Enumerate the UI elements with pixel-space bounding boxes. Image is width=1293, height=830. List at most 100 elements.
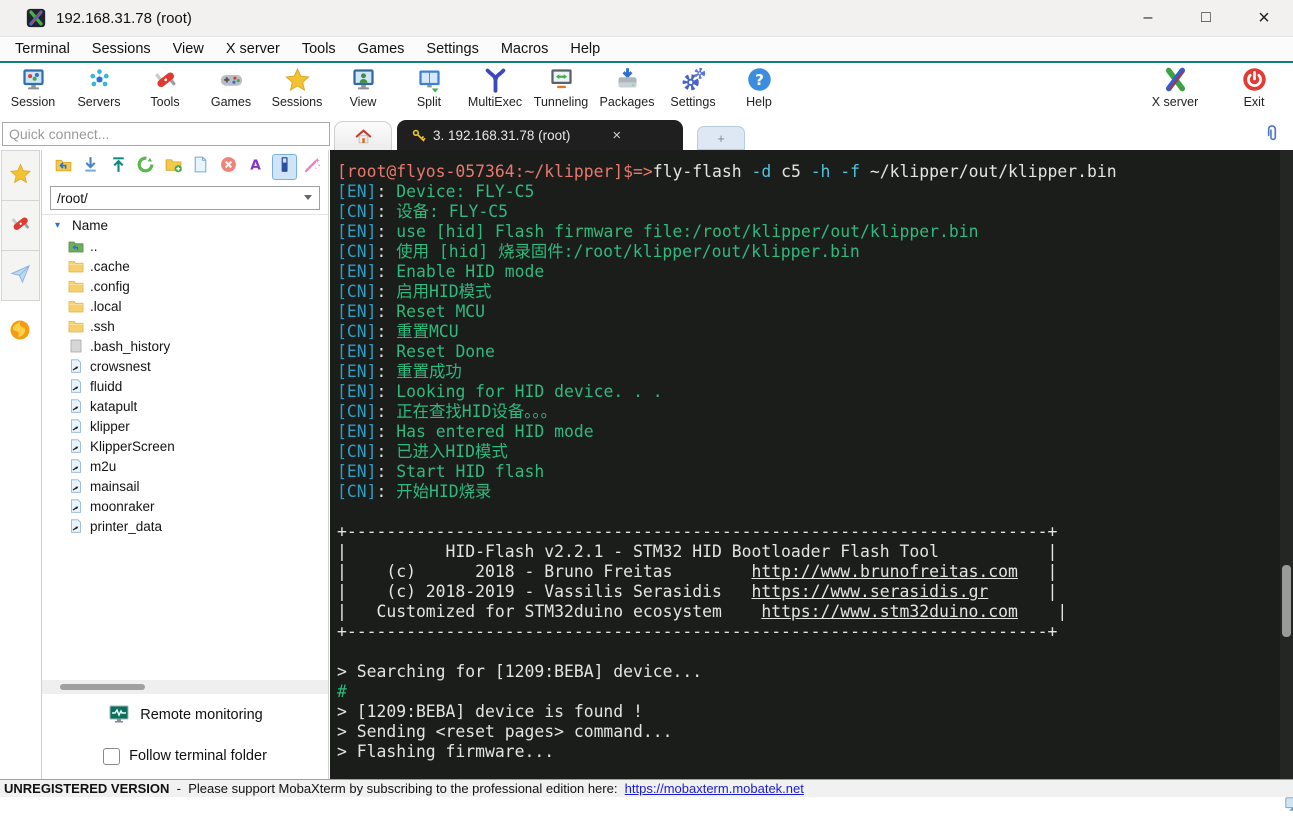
tab-active-session[interactable]: 3. 192.168.31.78 (root) × <box>397 120 683 150</box>
rail-tab-sessions[interactable] <box>1 150 40 201</box>
power-icon <box>1241 66 1268 93</box>
terminal-text-segment: Device: FLY-C5 <box>396 182 535 201</box>
tree-row--config[interactable]: .config <box>42 276 328 296</box>
terminal-text-segment: [EN] <box>337 462 377 481</box>
tree-row-crowsnest[interactable]: crowsnest <box>42 356 328 376</box>
filebar-button-new-folder[interactable] <box>162 155 185 179</box>
terminal-text-segment: : <box>376 462 397 481</box>
terminal-line: [root@flyos-057364:~/klipper]$=>fly-flas… <box>337 162 1279 182</box>
toolbar-button-games[interactable]: Games <box>198 66 264 109</box>
tree-row--[interactable]: .. <box>42 236 328 256</box>
file-icon <box>68 339 84 353</box>
path-dropdown[interactable]: /root/ <box>50 186 320 210</box>
toolbar-button-split[interactable]: Split <box>396 66 462 109</box>
tree-row-klipperscreen[interactable]: KlipperScreen <box>42 436 328 456</box>
paperclip-icon[interactable] <box>1262 124 1281 143</box>
horizontal-scrollbar-thumb[interactable] <box>60 684 145 690</box>
tree-row-moonraker[interactable]: moonraker <box>42 496 328 516</box>
delete-icon <box>219 155 238 179</box>
toolbar-button-packages[interactable]: Packages <box>594 66 660 109</box>
maximize-button[interactable]: □ <box>1177 0 1235 36</box>
file-browser-toolbar: A <box>42 150 328 184</box>
mobatek-link[interactable]: https://mobaxterm.mobatek.net <box>625 781 804 796</box>
rail-tab-tools[interactable] <box>1 201 40 251</box>
filebar-button-parent-folder[interactable] <box>52 155 75 179</box>
tree-header[interactable]: ▾ Name <box>42 215 328 236</box>
toolbar-button-session[interactable]: Session <box>0 66 66 109</box>
tab-home[interactable] <box>334 121 392 150</box>
toolbar-button-help[interactable]: ? Help <box>726 66 792 109</box>
filebar-button-delete[interactable] <box>217 155 240 179</box>
filebar-button-sync[interactable] <box>272 154 297 180</box>
menu-item-macros[interactable]: Macros <box>490 39 560 59</box>
toolbar-button-exit[interactable]: Exit <box>1221 66 1287 109</box>
quick-connect-input[interactable] <box>2 122 330 146</box>
terminal-text-segment: Looking for HID device. . . <box>396 382 663 401</box>
session-tabs: 3. 192.168.31.78 (root) × + <box>334 120 745 150</box>
tree-row--cache[interactable]: .cache <box>42 256 328 276</box>
follow-terminal-checkbox[interactable] <box>103 747 121 765</box>
menu-item-tools[interactable]: Tools <box>291 39 347 59</box>
toolbar-button-tunneling[interactable]: Tunneling <box>528 66 594 109</box>
horizontal-scrollbar[interactable] <box>42 680 328 694</box>
tab-close-icon[interactable]: × <box>612 127 621 144</box>
filebar-button-wand[interactable] <box>302 155 325 179</box>
terminal-line: [EN]: use [hid] Flash firmware file:/roo… <box>337 222 1279 242</box>
tree-row--local[interactable]: .local <box>42 296 328 316</box>
toolbar-button-x-server[interactable]: X server <box>1129 66 1221 109</box>
filebar-button-download[interactable] <box>80 155 103 179</box>
paper-plane-icon <box>9 262 32 290</box>
terminal-text-segment: : <box>376 482 397 501</box>
new-file-icon <box>191 155 210 179</box>
screen-status-icon <box>1270 781 1293 811</box>
refresh-icon <box>136 155 155 179</box>
menu-bar: Terminal Sessions View X server Tools Games Se… <box>0 37 1293 63</box>
tunneling-monitor-icon <box>548 66 575 93</box>
terminal-scrollbar[interactable] <box>1280 150 1293 780</box>
rail-tab-macros[interactable] <box>1 251 40 301</box>
toolbar-button-multiexec[interactable]: MultiExec <box>462 66 528 109</box>
new-tab-button[interactable]: + <box>697 126 745 150</box>
tree-row--bash-history[interactable]: .bash_history <box>42 336 328 356</box>
tree-row-klipper[interactable]: klipper <box>42 416 328 436</box>
tree-row-mainsail[interactable]: mainsail <box>42 476 328 496</box>
menu-item-view[interactable]: View <box>162 39 215 59</box>
terminal-text-segment: : <box>376 282 397 301</box>
terminal-text-segment: https://www.stm32duino.com <box>761 602 1018 621</box>
menu-item-terminal[interactable]: Terminal <box>4 39 81 59</box>
terminal-text-segment: | <box>988 582 1058 601</box>
terminal-text-segment: +---------------------------------------… <box>337 522 1058 541</box>
filebar-button-refresh[interactable] <box>135 155 158 179</box>
remote-monitoring-button[interactable]: Remote monitoring <box>42 694 328 736</box>
tree-row--ssh[interactable]: .ssh <box>42 316 328 336</box>
minimize-button[interactable]: – <box>1119 0 1177 36</box>
close-button[interactable]: × <box>1235 0 1293 36</box>
tree-row-m2u[interactable]: m2u <box>42 456 328 476</box>
terminal-scrollbar-thumb[interactable] <box>1282 565 1291 637</box>
toolbar-button-tools[interactable]: Tools <box>132 66 198 109</box>
menu-item-games[interactable]: Games <box>347 39 416 59</box>
tree-row-fluidd[interactable]: fluidd <box>42 376 328 396</box>
menu-item-settings[interactable]: Settings <box>415 39 489 59</box>
toolbar-button-view[interactable]: View <box>330 66 396 109</box>
tree-row-label: .ssh <box>90 318 115 334</box>
menu-item-x-server[interactable]: X server <box>215 39 291 59</box>
symlink-icon <box>68 359 84 373</box>
toolbar-button-servers[interactable]: Servers <box>66 66 132 109</box>
terminal-text-segment: https://www.serasidis.gr <box>751 582 989 601</box>
filebar-button-new-file[interactable] <box>190 155 213 179</box>
symlink-icon <box>68 499 84 513</box>
filebar-button-font[interactable]: A <box>245 155 268 179</box>
terminal-text-segment: | <box>1017 562 1058 581</box>
filebar-button-upload[interactable] <box>107 155 130 179</box>
menu-item-help[interactable]: Help <box>559 39 611 59</box>
toolbar-button-sessions[interactable]: Sessions <box>264 66 330 109</box>
rail-tab-sftp[interactable] <box>1 310 38 354</box>
toolbar-label-tunneling: Tunneling <box>533 95 589 109</box>
toolbar-button-settings[interactable]: Settings <box>660 66 726 109</box>
tree-row-printer-data[interactable]: printer_data <box>42 516 328 536</box>
menu-item-sessions[interactable]: Sessions <box>81 39 162 59</box>
tree-row-katapult[interactable]: katapult <box>42 396 328 416</box>
terminal[interactable]: [root@flyos-057364:~/klipper]$=>fly-flas… <box>330 150 1293 780</box>
